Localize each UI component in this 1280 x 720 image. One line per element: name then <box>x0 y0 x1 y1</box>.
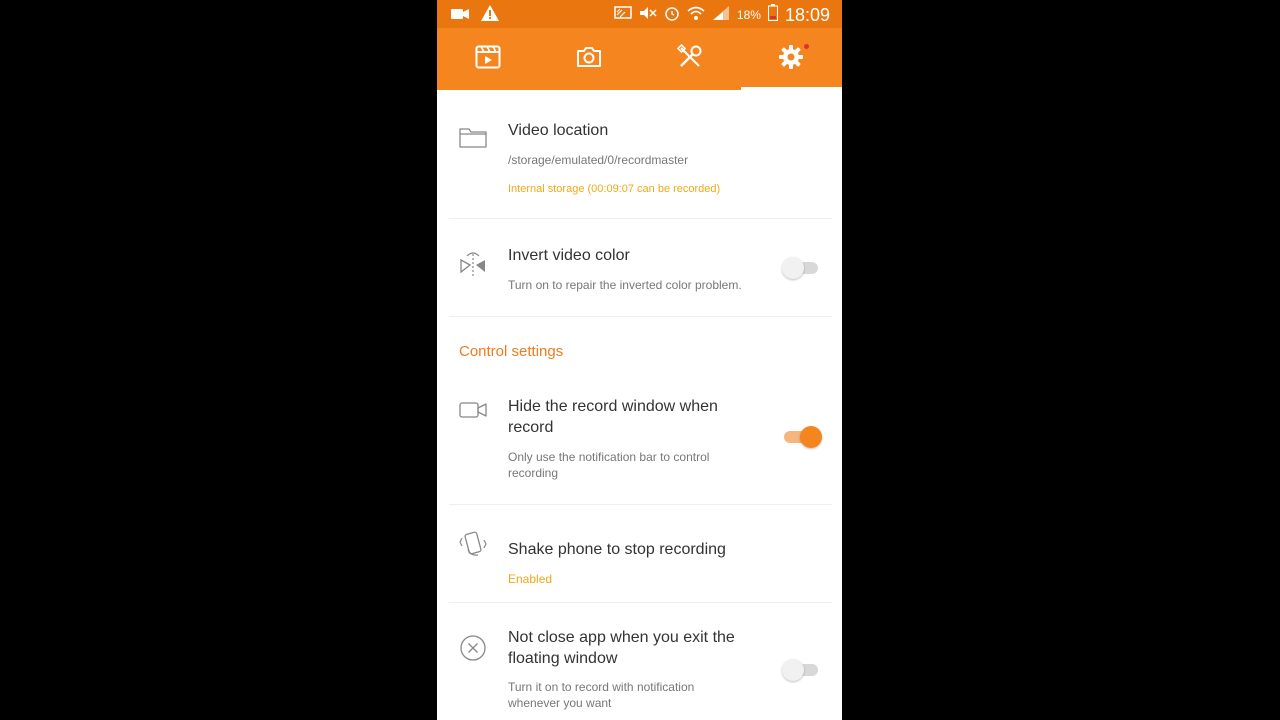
battery-icon <box>767 4 778 26</box>
alarm-icon <box>664 5 680 26</box>
tools-icon <box>676 43 703 75</box>
clock: 18:09 <box>784 4 830 25</box>
phone-screen: 18% 18:09 Video location /storage/emulat… <box>437 0 842 720</box>
hide-window-description: Only use the notification bar to control… <box>508 450 710 480</box>
signal-icon <box>712 5 730 26</box>
folder-icon <box>459 125 487 153</box>
shake-title: Shake phone to stop recording <box>508 541 726 558</box>
tab-screenshot[interactable] <box>538 28 639 90</box>
shake-status: Enabled <box>508 572 553 586</box>
video-camera-outline-icon <box>459 400 487 428</box>
switch-knob <box>800 426 822 448</box>
not-close-description: Turn it on to record with notification wh… <box>508 680 695 710</box>
invert-color-description: Turn on to repair the inverted color pro… <box>508 278 742 292</box>
storage-info: Internal storage (00:09:07 can be record… <box>508 183 721 195</box>
video-location-path: /storage/emulated/0/recordmaster <box>508 153 689 167</box>
camera-icon <box>576 46 602 73</box>
not-close-switch[interactable] <box>782 659 820 681</box>
shake-row[interactable]: Shake phone to stop recording Enabled <box>437 505 842 602</box>
warning-icon <box>481 5 499 26</box>
shake-phone-icon <box>459 530 487 558</box>
gear-icon <box>778 44 804 75</box>
wifi-icon <box>687 5 705 26</box>
section-title-control-settings: Control settings <box>459 343 564 360</box>
not-close-title: Not close app when you exit the floating … <box>508 629 735 667</box>
hide-window-row[interactable]: Hide the record window when record Only u… <box>437 388 842 506</box>
close-circle-icon <box>459 634 487 662</box>
mute-icon <box>639 6 657 25</box>
tab-tools[interactable] <box>640 28 741 90</box>
invert-color-title: Invert video color <box>508 247 630 264</box>
hide-window-switch[interactable] <box>782 426 822 448</box>
divider <box>449 316 832 317</box>
tab-video-list[interactable] <box>437 28 538 90</box>
tab-settings[interactable] <box>741 28 842 90</box>
switch-knob <box>782 659 804 681</box>
film-icon <box>475 45 501 74</box>
notification-dot <box>804 44 809 49</box>
invert-color-switch[interactable] <box>782 257 820 279</box>
invert-mirror-icon <box>459 250 487 278</box>
status-bar: 18% 18:09 <box>437 0 842 28</box>
tab-bar <box>437 28 842 90</box>
video-location-row[interactable]: Video location /storage/emulated/0/recor… <box>437 90 842 220</box>
cast-icon <box>614 5 632 25</box>
video-camera-icon <box>451 7 469 25</box>
hide-window-title: Hide the record window when record <box>508 398 718 436</box>
switch-knob <box>782 257 804 279</box>
video-location-title: Video location <box>508 122 609 139</box>
battery-percent: 18% <box>736 8 761 22</box>
